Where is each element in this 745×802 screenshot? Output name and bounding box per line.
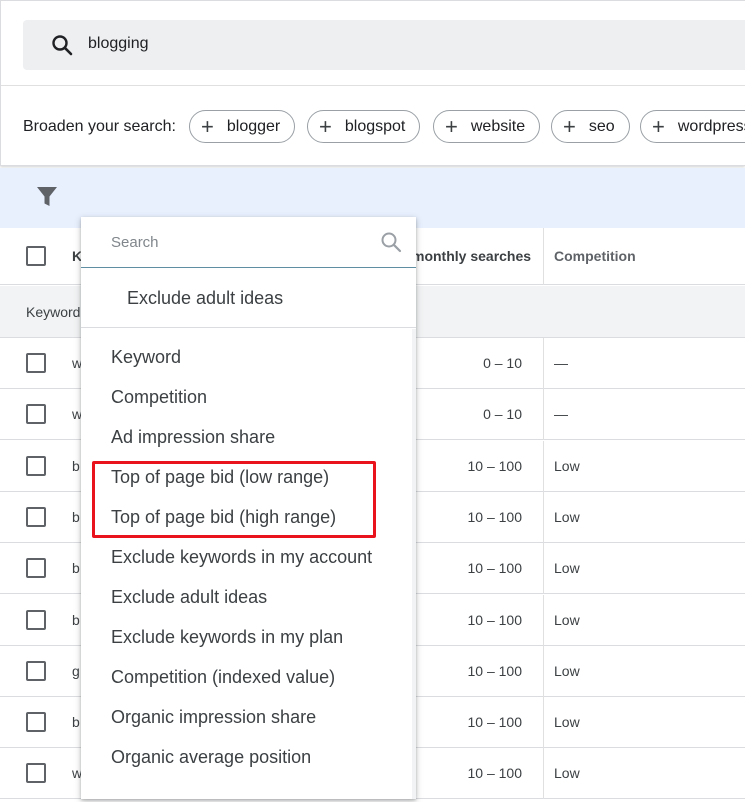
row-avg-searches: 0 – 10 (483, 355, 522, 371)
dropdown-search-input[interactable] (111, 231, 371, 253)
row-competition: Low (554, 560, 580, 576)
row-checkbox[interactable] (26, 558, 46, 578)
chip-blogger[interactable]: + blogger (189, 110, 296, 143)
chip-seo[interactable]: + seo (551, 110, 630, 143)
broaden-label: Broaden your search: (23, 118, 176, 135)
row-checkbox[interactable] (26, 507, 46, 527)
competition-column-header[interactable]: Competition (554, 248, 636, 264)
column-divider (543, 441, 544, 492)
chip-wordpress[interactable]: + wordpress (640, 110, 745, 143)
row-checkbox[interactable] (26, 763, 46, 783)
filter-option[interactable]: Exclude adult ideas (111, 587, 267, 608)
row-competition: — (554, 355, 568, 371)
row-avg-searches: 10 – 100 (467, 714, 523, 730)
selected-filter-item[interactable]: Exclude adult ideas (127, 288, 283, 309)
search-query[interactable]: blogging (88, 35, 149, 53)
filter-option[interactable]: Competition (indexed value) (111, 667, 335, 688)
row-avg-searches: 10 – 100 (467, 612, 523, 628)
column-divider (543, 338, 544, 389)
group-label: Keyword (26, 304, 81, 320)
filter-option[interactable]: Exclude keywords in my account (111, 547, 372, 568)
chip-label: seo (588, 117, 615, 135)
row-competition: Low (554, 612, 580, 628)
row-competition: Low (554, 509, 580, 525)
avg-searches-column-header[interactable]: monthly searches (412, 248, 531, 264)
chip-label: website (470, 117, 526, 135)
row-checkbox[interactable] (26, 353, 46, 373)
row-checkbox[interactable] (26, 661, 46, 681)
plus-icon: + (563, 113, 576, 139)
row-avg-searches: 0 – 10 (483, 406, 522, 422)
row-avg-searches: 10 – 100 (467, 458, 523, 474)
row-competition: Low (554, 765, 580, 781)
filter-option[interactable]: Keyword (111, 347, 181, 368)
chip-website[interactable]: + website (433, 110, 541, 143)
row-avg-searches: 10 – 100 (467, 560, 523, 576)
keyword-planner-page: blogging Broaden your search: + blogger … (0, 0, 745, 802)
filter-option[interactable]: Organic impression share (111, 707, 316, 728)
filter-option[interactable]: Exclude keywords in my plan (111, 627, 343, 648)
column-divider (543, 646, 544, 697)
dropdown-scrollbar[interactable] (412, 329, 416, 799)
chip-label: wordpress (677, 117, 745, 135)
filter-option[interactable]: Competition (111, 387, 207, 408)
row-checkbox[interactable] (26, 404, 46, 424)
filter-option[interactable]: Ad impression share (111, 427, 275, 448)
chip-label: blogger (226, 117, 281, 135)
search-icon (52, 35, 73, 56)
column-divider (543, 228, 544, 285)
divider (1, 85, 745, 86)
row-avg-searches: 10 – 100 (467, 509, 523, 525)
column-divider (543, 748, 544, 799)
column-divider (543, 389, 544, 440)
row-competition: — (554, 406, 568, 422)
row-checkbox[interactable] (26, 712, 46, 732)
plus-icon: + (201, 113, 214, 139)
row-checkbox[interactable] (26, 610, 46, 630)
row-avg-searches: 10 – 100 (467, 765, 523, 781)
row-competition: Low (554, 458, 580, 474)
row-checkbox[interactable] (26, 456, 46, 476)
column-divider (543, 492, 544, 543)
plus-icon: + (445, 113, 458, 139)
column-divider (543, 697, 544, 748)
dropdown-search (81, 217, 416, 268)
search-bar[interactable]: blogging (23, 20, 745, 70)
row-competition: Low (554, 663, 580, 679)
search-icon (381, 232, 402, 253)
column-divider (543, 595, 544, 646)
select-all-checkbox[interactable] (26, 246, 46, 266)
plus-icon: + (319, 113, 332, 139)
search-card: blogging Broaden your search: + blogger … (0, 0, 745, 166)
chip-label: blogspot (344, 117, 406, 135)
highlight-annotation (92, 461, 376, 538)
dropdown-selected-section: Exclude adult ideas (81, 268, 416, 328)
chip-blogspot[interactable]: + blogspot (307, 110, 421, 143)
row-avg-searches: 10 – 100 (467, 663, 523, 679)
row-competition: Low (554, 714, 580, 730)
filter-icon[interactable] (36, 185, 58, 209)
column-divider (543, 543, 544, 594)
plus-icon: + (652, 113, 665, 139)
filter-option[interactable]: Organic average position (111, 747, 311, 768)
